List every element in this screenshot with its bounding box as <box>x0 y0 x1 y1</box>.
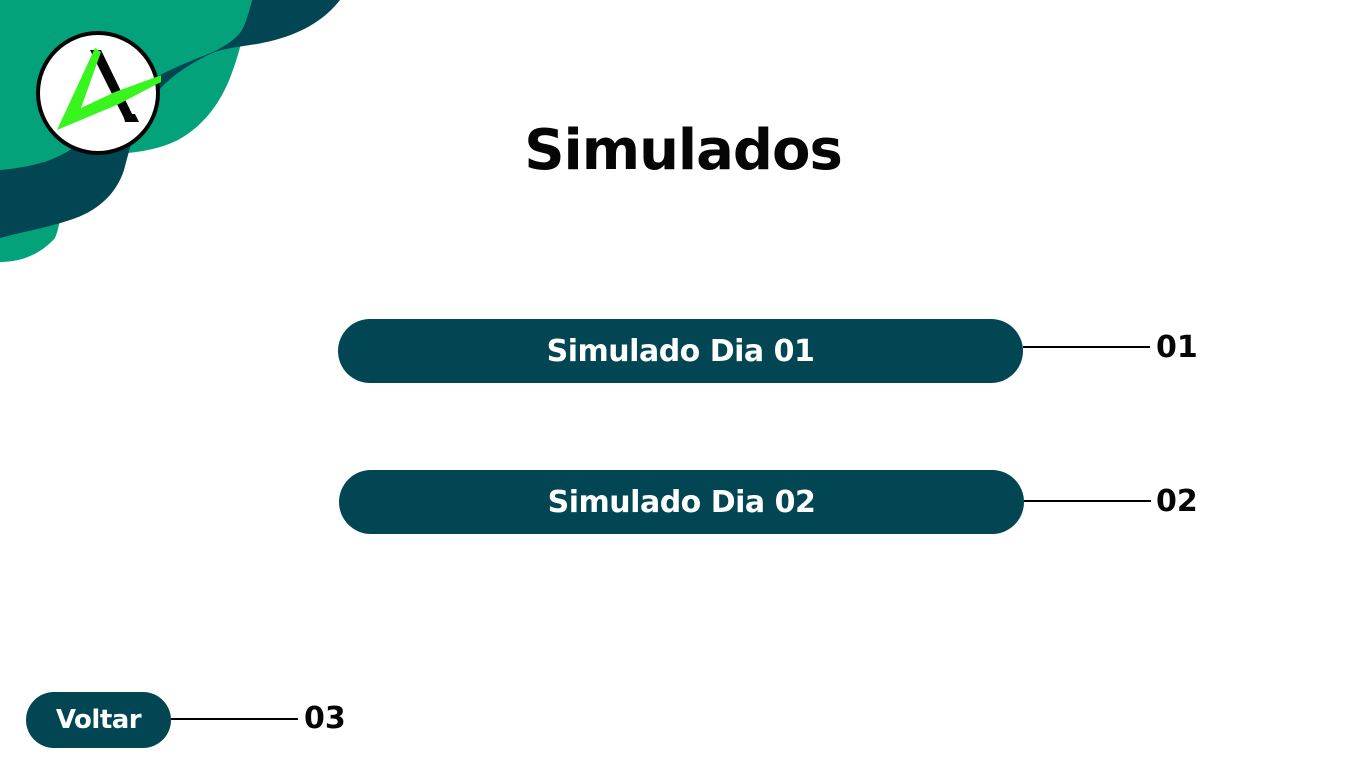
simulado-dia-02-label: Simulado Dia 02 <box>547 484 816 520</box>
item-number-01: 01 <box>1156 330 1198 365</box>
connector-line-03 <box>171 718 298 720</box>
connector-line-01 <box>1023 346 1150 348</box>
page-title: Simulados <box>524 118 843 183</box>
simulado-dia-01-label: Simulado Dia 01 <box>546 333 815 369</box>
item-number-02: 02 <box>1156 484 1198 519</box>
simulado-dia-01-button[interactable]: Simulado Dia 01 <box>338 319 1023 383</box>
simulados-screen: Simulados Simulado Dia 01 01 Simulado Di… <box>0 0 1366 768</box>
connector-line-02 <box>1024 500 1151 502</box>
item-number-03: 03 <box>304 701 346 736</box>
voltar-label: Voltar <box>55 705 142 735</box>
voltar-button[interactable]: Voltar <box>26 692 171 748</box>
simulado-dia-02-button[interactable]: Simulado Dia 02 <box>339 470 1024 534</box>
